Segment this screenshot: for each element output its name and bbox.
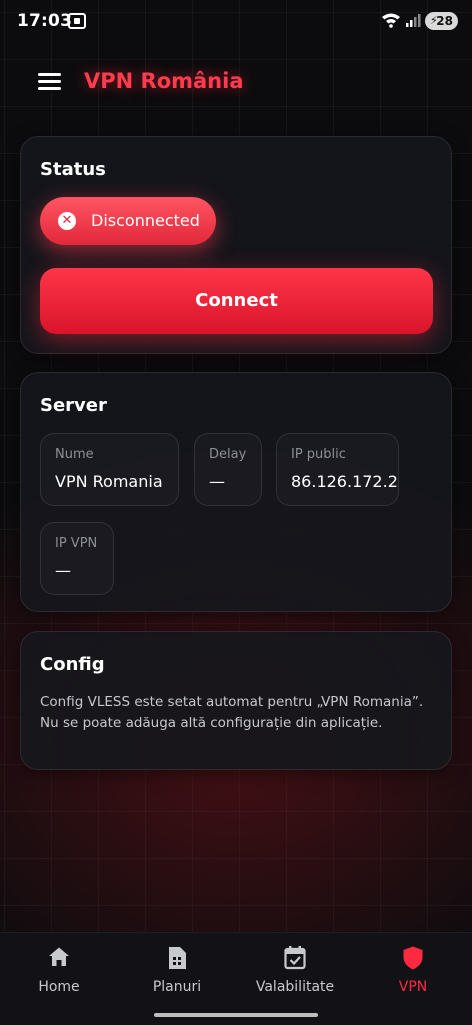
status-card: Status ✕ Disconnected Connect — [20, 136, 452, 354]
vpn-ip-value: — — [55, 561, 71, 580]
wifi-icon — [381, 12, 401, 32]
delay-box: Delay — — [194, 433, 262, 506]
nav-validity-label: Valabilitate — [255, 979, 335, 995]
config-title: Config — [40, 654, 105, 675]
close-circle-icon: ✕ — [58, 212, 76, 230]
public-ip-value: 86.126.172.2 — [291, 472, 398, 491]
nav-plans[interactable]: Planuri — [118, 933, 236, 1013]
battery-indicator: ⚡ 28 — [425, 12, 458, 30]
server-name-box: Nume VPN Romania — [40, 433, 179, 506]
home-icon — [47, 945, 71, 973]
delay-value: — — [209, 472, 225, 491]
connection-status-label: Disconnected — [91, 211, 200, 230]
server-name-label: Nume — [55, 447, 94, 462]
connect-button[interactable]: Connect — [40, 268, 433, 334]
vpn-ip-box: IP VPN — — [40, 522, 114, 595]
app-title: VPN România — [84, 69, 244, 93]
sim-card-icon — [165, 945, 189, 975]
config-card: Config Config VLESS este setat automat p… — [20, 631, 452, 770]
bottom-navigation: Home Planuri Valabilitate VPN — [0, 932, 472, 1025]
battery-level: 28 — [436, 14, 453, 28]
charging-icon: ⚡ — [430, 14, 438, 27]
shield-icon — [401, 945, 425, 975]
calendar-check-icon — [283, 945, 307, 975]
menu-button[interactable] — [38, 73, 62, 91]
nav-validity[interactable]: Valabilitate — [236, 933, 354, 1013]
vpn-ip-label: IP VPN — [55, 536, 98, 551]
screenshot-icon — [68, 13, 86, 29]
nav-home-label: Home — [38, 979, 80, 995]
status-bar: 17:03 ⚡ 28 — [0, 0, 472, 44]
home-indicator[interactable] — [154, 1013, 318, 1017]
app-bar: VPN România — [0, 56, 472, 108]
nav-vpn-label: VPN — [398, 979, 428, 995]
nav-home[interactable]: Home — [0, 933, 118, 1013]
connection-status-badge: ✕ Disconnected — [40, 197, 216, 245]
signal-icon — [405, 13, 421, 32]
server-card: Server Nume VPN Romania Delay — IP publi… — [20, 372, 452, 612]
status-time: 17:03 — [17, 11, 73, 31]
public-ip-label: IP public — [291, 447, 346, 462]
delay-label: Delay — [209, 447, 247, 462]
nav-vpn[interactable]: VPN — [354, 933, 472, 1013]
public-ip-box: IP public 86.126.172.2 — [276, 433, 399, 506]
server-name-value: VPN Romania — [55, 472, 163, 491]
nav-plans-label: Planuri — [152, 979, 202, 995]
config-description: Config VLESS este setat automat pentru „… — [40, 694, 424, 731]
server-title: Server — [40, 395, 107, 416]
status-title: Status — [40, 159, 106, 180]
